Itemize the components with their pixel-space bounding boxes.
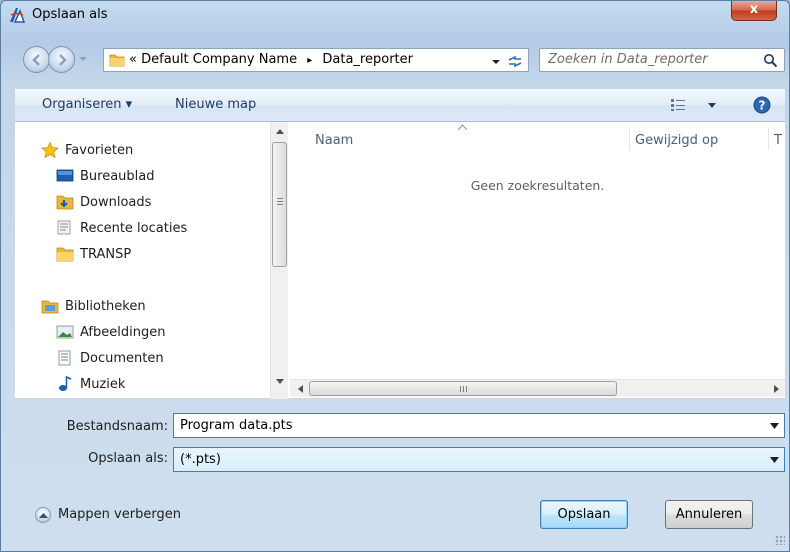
breadcrumb: « Default Company Name ▸ Data_reporter bbox=[129, 52, 413, 67]
file-list-scrollbar[interactable] bbox=[290, 379, 785, 397]
folder-icon bbox=[56, 247, 74, 262]
filename-dropdown-icon[interactable] bbox=[770, 423, 779, 429]
browser-content: Favorieten Bureaublad Downloads Recente … bbox=[15, 122, 785, 399]
column-divider[interactable] bbox=[768, 128, 769, 150]
scroll-left-icon[interactable] bbox=[297, 385, 303, 393]
recent-places-icon bbox=[57, 220, 71, 235]
breadcrumb-overflow[interactable]: « bbox=[129, 52, 137, 67]
downloads-folder-icon bbox=[56, 195, 74, 210]
address-bar[interactable]: « Default Company Name ▸ Data_reporter bbox=[103, 48, 529, 72]
sidebar-item-label: Afbeeldingen bbox=[80, 325, 166, 340]
sidebar-item-label: Muziek bbox=[80, 377, 126, 392]
search-input[interactable] bbox=[548, 52, 748, 67]
svg-text:?: ? bbox=[759, 99, 766, 113]
forward-button[interactable] bbox=[48, 46, 75, 73]
navigation-scrollbar[interactable] bbox=[270, 122, 288, 399]
refresh-icon[interactable] bbox=[507, 53, 523, 69]
search-box[interactable] bbox=[539, 48, 785, 72]
resize-grip[interactable] bbox=[775, 535, 785, 545]
collapse-up-icon bbox=[35, 507, 51, 523]
view-dropdown-icon[interactable] bbox=[707, 102, 717, 110]
sidebar-group-label: Favorieten bbox=[65, 143, 134, 158]
address-dropdown-icon[interactable] bbox=[491, 57, 501, 67]
column-divider[interactable] bbox=[629, 128, 630, 150]
back-arrow-icon bbox=[32, 54, 40, 66]
app-logo-icon bbox=[10, 8, 26, 23]
scrollbar-thumb[interactable] bbox=[272, 142, 287, 267]
column-name[interactable]: Naam bbox=[315, 133, 353, 148]
command-toolbar: Organiseren ▾ Nieuwe map ? bbox=[15, 89, 785, 122]
close-button[interactable]: x bbox=[731, 1, 777, 21]
help-icon[interactable]: ? bbox=[753, 96, 771, 114]
save-type-label: Opslaan als: bbox=[88, 451, 168, 466]
history-dropdown-icon[interactable] bbox=[78, 54, 88, 64]
pictures-icon bbox=[56, 325, 74, 339]
sidebar-item-label: Documenten bbox=[80, 351, 164, 366]
sidebar-group-label: Bibliotheken bbox=[65, 299, 146, 314]
save-button[interactable]: Opslaan bbox=[540, 500, 628, 529]
search-icon[interactable] bbox=[763, 53, 778, 68]
save-type-value: (*.pts) bbox=[180, 452, 221, 467]
view-options-icon[interactable] bbox=[670, 98, 686, 112]
sidebar-item-label: Bureaublad bbox=[80, 169, 155, 184]
folder-icon bbox=[109, 54, 125, 67]
libraries-icon bbox=[41, 300, 59, 314]
star-icon bbox=[41, 142, 59, 158]
scroll-up-icon[interactable] bbox=[276, 128, 284, 134]
column-modified[interactable]: Gewijzigd op bbox=[635, 133, 718, 148]
new-folder-button[interactable]: Nieuwe map bbox=[175, 97, 256, 112]
breadcrumb-separator[interactable]: ▸ bbox=[307, 55, 312, 66]
music-icon bbox=[59, 376, 72, 391]
breadcrumb-data-reporter[interactable]: Data_reporter bbox=[322, 52, 413, 67]
filename-input[interactable] bbox=[180, 418, 740, 433]
breadcrumb-default-company[interactable]: Default Company Name bbox=[141, 52, 297, 67]
sidebar-item-label: Downloads bbox=[80, 195, 152, 210]
filename-label: Bestandsnaam: bbox=[66, 419, 168, 434]
organize-button[interactable]: Organiseren ▾ bbox=[42, 97, 132, 112]
title-bar: Opslaan als x bbox=[1, 1, 789, 29]
desktop-icon bbox=[56, 169, 74, 182]
back-button[interactable] bbox=[23, 46, 50, 73]
sidebar-item-label: Recente locaties bbox=[80, 221, 188, 236]
navigation-pane: Favorieten Bureaublad Downloads Recente … bbox=[15, 122, 289, 399]
navigation-bar: « Default Company Name ▸ Data_reporter bbox=[1, 45, 789, 75]
sidebar-item-label: TRANSP bbox=[80, 247, 132, 262]
save-as-dialog: Opslaan als x « Default Company Name ▸ D… bbox=[0, 0, 790, 552]
save-type-select[interactable]: (*.pts) bbox=[173, 447, 785, 472]
hide-folders-label: Mappen verbergen bbox=[58, 507, 181, 522]
empty-results-message: Geen zoekresultaten. bbox=[470, 178, 605, 193]
column-type[interactable]: T bbox=[774, 133, 782, 148]
scrollbar-thumb[interactable] bbox=[309, 381, 617, 396]
window-title: Opslaan als bbox=[32, 7, 108, 22]
scroll-right-icon[interactable] bbox=[774, 385, 780, 393]
sort-ascending-icon bbox=[458, 124, 467, 130]
file-list: Naam Gewijzigd op T Geen zoekresultaten. bbox=[290, 122, 785, 399]
cancel-button[interactable]: Annuleren bbox=[665, 500, 753, 529]
column-header-row: Naam Gewijzigd op T bbox=[290, 122, 785, 154]
save-type-dropdown-icon[interactable] bbox=[770, 457, 779, 463]
scroll-down-icon[interactable] bbox=[276, 379, 284, 385]
filename-combobox[interactable] bbox=[173, 413, 785, 438]
forward-arrow-icon bbox=[59, 54, 67, 66]
documents-icon bbox=[58, 350, 71, 366]
